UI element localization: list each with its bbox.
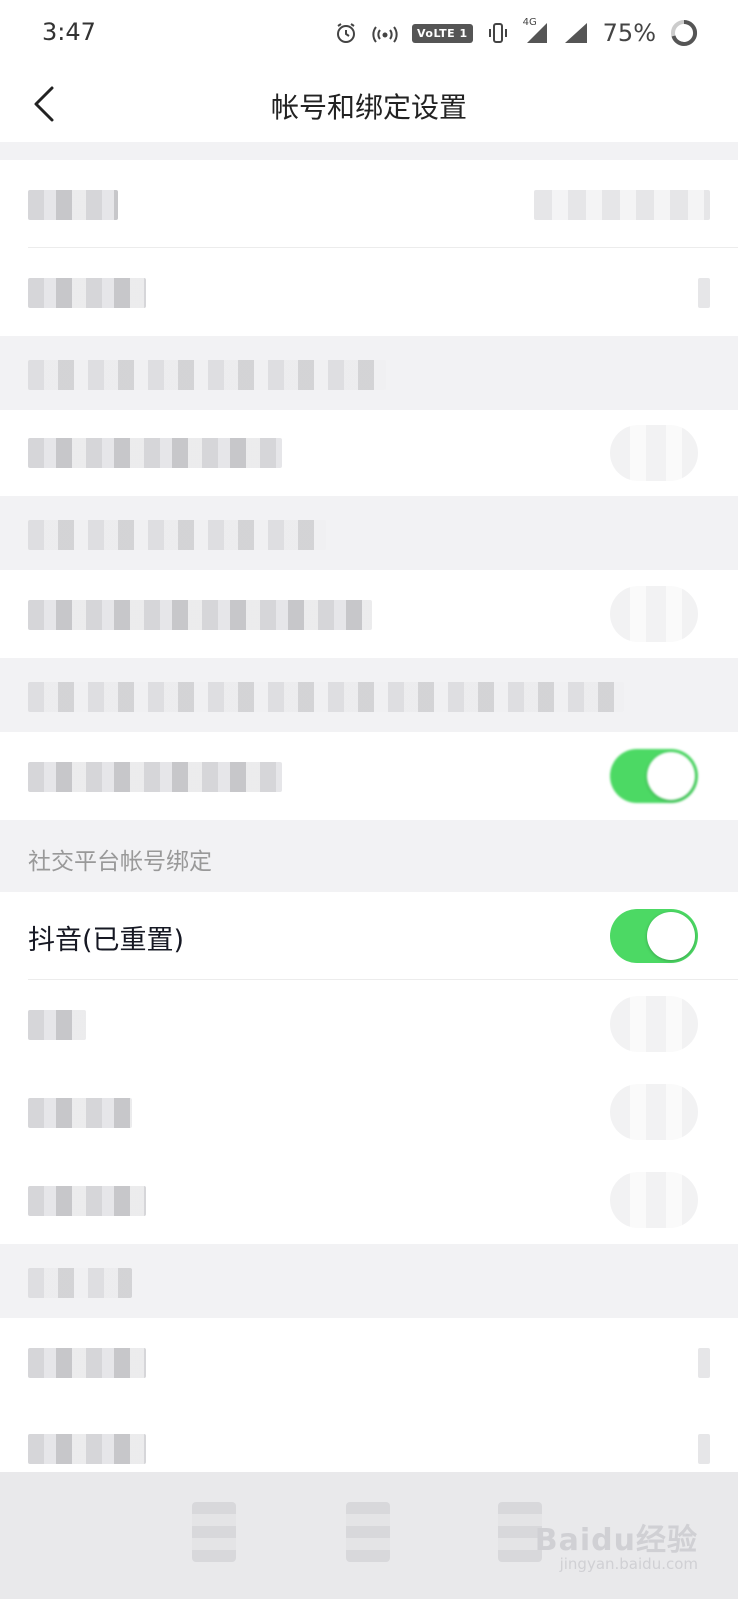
signal-4g-icon: 4G [523, 17, 549, 45]
network-type-label: 4G [522, 17, 537, 28]
douyin-binding-row[interactable]: 抖音(已重置) [0, 892, 738, 980]
redacted-toggle[interactable] [610, 996, 698, 1052]
bottom-bar: Baidu经验 jingyan.baidu.com [0, 1472, 738, 1599]
redacted-toggle[interactable] [610, 1172, 698, 1228]
redacted-text [28, 520, 326, 550]
toggle-knob [647, 912, 695, 960]
list-item[interactable] [0, 248, 738, 336]
status-time: 3:47 [42, 18, 96, 46]
volte-badge: VoLTE 1 [411, 23, 473, 43]
watermark-brand: Baidu经验 [534, 1523, 698, 1558]
redacted-text [28, 1348, 146, 1378]
list-item[interactable] [0, 570, 738, 658]
redacted-text [28, 682, 624, 712]
redacted-toggle-on[interactable] [610, 749, 698, 803]
redacted-toggle[interactable] [610, 1084, 698, 1140]
redacted-text [28, 600, 372, 630]
redacted-bottom-item[interactable] [346, 1502, 390, 1562]
list-item[interactable] [0, 732, 738, 820]
redacted-text [28, 438, 282, 468]
section-header-redacted [0, 1244, 738, 1318]
redacted-bottom-item[interactable] [192, 1502, 236, 1562]
redacted-text [28, 278, 146, 308]
page-title: 帐号和绑定设置 [270, 91, 467, 124]
list-item[interactable] [0, 980, 738, 1068]
battery-ring-icon [670, 19, 698, 47]
redacted-toggle[interactable] [610, 586, 698, 642]
redacted-arrow [698, 278, 710, 308]
douyin-toggle[interactable] [610, 909, 698, 963]
douyin-label: 抖音(已重置) [28, 925, 185, 956]
redacted-arrow [698, 1348, 710, 1378]
redacted-text [28, 1186, 146, 1216]
list-item[interactable] [0, 410, 738, 496]
section-description [0, 336, 738, 410]
watermark-url: jingyan.baidu.com [559, 1555, 698, 1573]
list-item[interactable] [0, 1156, 738, 1244]
section-header-label: 社交平台帐号绑定 [28, 849, 212, 875]
section-description [0, 496, 738, 570]
status-bar: 3:47 VoLTE 1 4G 75% [0, 0, 738, 66]
redacted-text [28, 1010, 86, 1040]
signal-icon [563, 21, 589, 45]
redacted-value [534, 190, 710, 220]
redacted-text [28, 190, 118, 220]
baidu-watermark: Baidu经验 jingyan.baidu.com [535, 1515, 698, 1573]
redacted-arrow [698, 1434, 710, 1464]
list-item[interactable] [0, 1406, 738, 1479]
settings-list: 社交平台帐号绑定 抖音(已重置) [0, 142, 738, 1479]
alarm-icon [334, 21, 358, 45]
hotspot-icon [372, 21, 398, 45]
redacted-text [28, 360, 386, 390]
status-icons: VoLTE 1 4G 75% [334, 16, 698, 50]
toggle-knob [647, 752, 695, 800]
section-description [0, 658, 738, 732]
section-gap [0, 142, 738, 160]
redacted-text [28, 762, 282, 792]
vibrate-icon [487, 21, 509, 45]
redacted-text [28, 1268, 132, 1298]
navigation-bar: 帐号和绑定设置 [0, 66, 738, 142]
list-item[interactable] [0, 1318, 738, 1406]
social-section-header: 社交平台帐号绑定 [0, 820, 738, 892]
redacted-text [28, 1434, 146, 1464]
battery-percentage: 75% [602, 19, 656, 47]
list-item[interactable] [0, 1068, 738, 1156]
list-item[interactable] [0, 160, 738, 248]
redacted-toggle[interactable] [610, 425, 698, 481]
redacted-text [28, 1098, 132, 1128]
